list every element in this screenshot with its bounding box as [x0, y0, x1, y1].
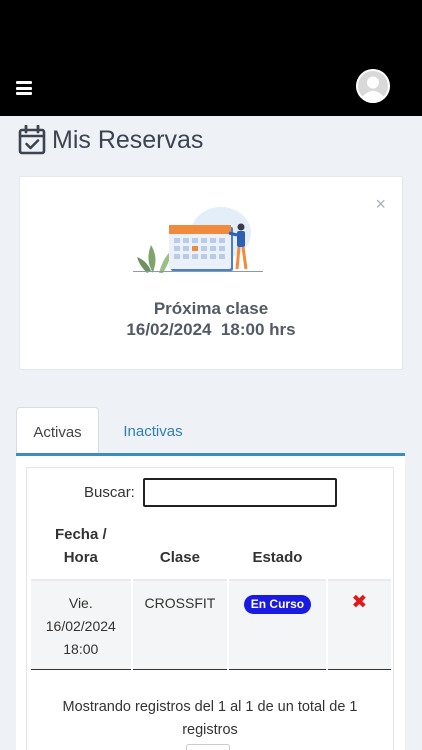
column-header-estado[interactable]: Estado — [229, 513, 326, 581]
next-class-card: × Próxima clase 16/02/2024 18:00 hrs — [19, 176, 403, 370]
search-label: Buscar: — [84, 484, 135, 501]
cell-clase: CROSSFIT — [132, 581, 228, 670]
calendar-illustration — [133, 207, 263, 273]
tab-inactivas[interactable]: Inactivas — [108, 407, 198, 455]
table-info: Mostrando registros del 1 al 1 de un tot… — [62, 699, 358, 738]
delete-icon[interactable]: ✖ — [351, 592, 367, 613]
user-avatar-icon[interactable] — [356, 69, 390, 103]
reservations-table: Fecha / Hora Clase Estado Vie. 16/02/202… — [29, 513, 393, 670]
column-header-clase[interactable]: Clase — [132, 513, 228, 581]
search-input[interactable] — [143, 478, 337, 507]
page-title-text: Mis Reservas — [52, 125, 204, 154]
status-badge: En Curso — [243, 595, 312, 614]
cell-date: 16/02/2024 — [45, 618, 116, 634]
column-header-actions — [327, 513, 391, 581]
next-class-date: 16/02/2024 18:00 hrs — [126, 320, 296, 339]
header-label: Fecha / Hora — [54, 526, 107, 566]
reservation-tabs: Activas Inactivas — [16, 407, 405, 456]
tab-activas[interactable]: Activas — [16, 407, 99, 456]
cell-day: Vie. — [68, 595, 93, 611]
table-row: Vie. 16/02/2024 18:00 CROSSFIT En Curso … — [31, 581, 391, 670]
calendar-check-icon — [18, 125, 46, 155]
cell-actions: ✖ — [327, 581, 391, 670]
pagination-button[interactable] — [186, 744, 230, 750]
column-header-fecha-hora[interactable]: Fecha / Hora — [31, 513, 131, 581]
cell-fecha-hora: Vie. 16/02/2024 18:00 — [31, 581, 131, 670]
reservations-table-container: Buscar: Fecha / Hora Clase Estado Vie. 1… — [26, 467, 394, 750]
search-row: Buscar: — [27, 478, 393, 508]
cell-time: 18:00 — [63, 641, 99, 657]
close-icon[interactable]: × — [375, 195, 386, 213]
hamburger-icon[interactable] — [16, 81, 32, 95]
next-class-title: Próxima clase — [153, 299, 269, 318]
cell-estado: En Curso — [229, 581, 326, 670]
page-title: Mis Reservas — [18, 124, 203, 156]
tab-panel: Buscar: Fecha / Hora Clase Estado Vie. 1… — [16, 456, 405, 750]
top-navbar — [0, 0, 422, 116]
